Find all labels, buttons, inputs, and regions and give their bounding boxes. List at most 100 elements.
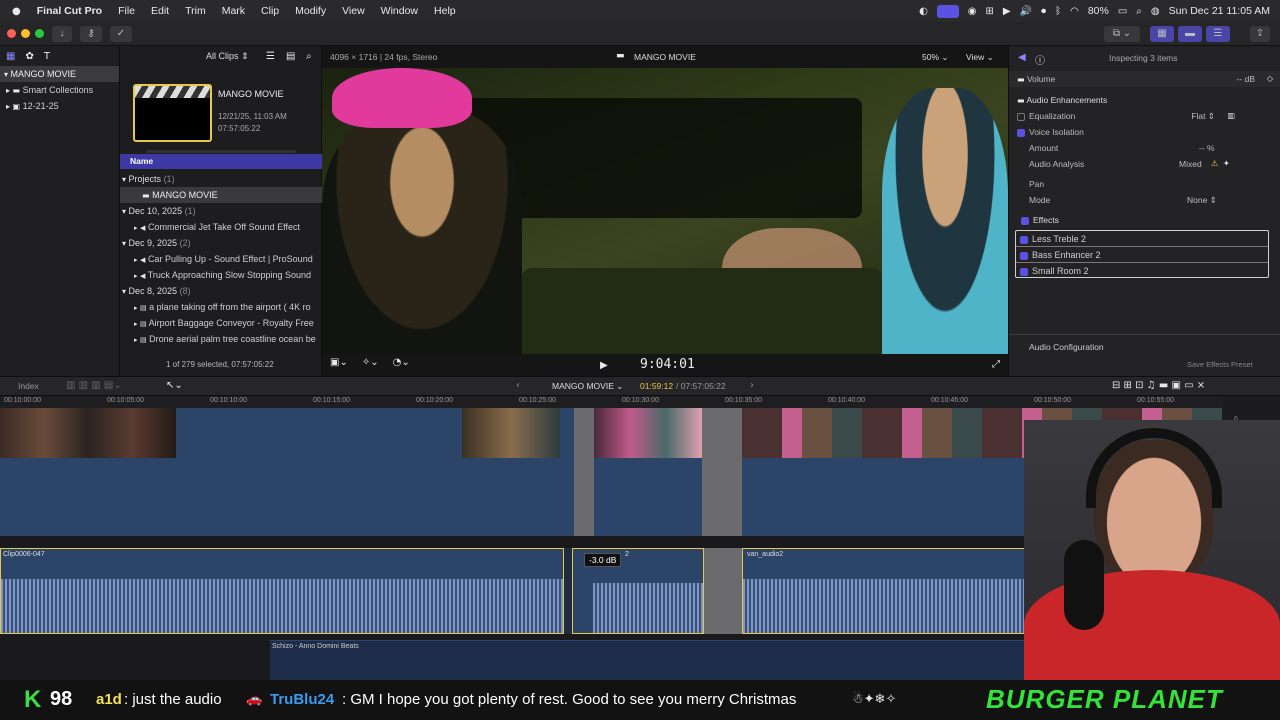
effect-item[interactable]: Small Room 2 xyxy=(1016,263,1268,279)
disclosure-icon[interactable]: ▸ xyxy=(134,336,138,344)
minimize-window-button[interactable] xyxy=(21,29,30,38)
siri-icon[interactable]: ◍ xyxy=(1151,6,1160,17)
play-icon[interactable]: ▶ xyxy=(1003,6,1011,17)
mode-value[interactable]: None ⇕ xyxy=(1187,192,1217,208)
list-view-icon[interactable]: ▤ xyxy=(286,51,295,62)
effect-checkbox[interactable] xyxy=(1020,235,1028,244)
pan-row[interactable]: Pan xyxy=(1009,176,1280,192)
disclosure-open-icon[interactable]: ▾ xyxy=(122,175,126,184)
list-item[interactable]: ▸ ◀ Commercial Jet Take Off Sound Effect xyxy=(120,219,322,235)
view-menu[interactable]: View ⌄ xyxy=(966,52,994,63)
edit-tools-icon[interactable]: ▥ ▥ ▥ ▤⌄ xyxy=(66,380,122,391)
magic-wand-icon[interactable]: ✦ xyxy=(1223,156,1230,172)
menu-clip[interactable]: Clip xyxy=(253,5,287,17)
disclosure-icon[interactable]: ▸ xyxy=(6,102,10,111)
group-dec8[interactable]: ▾ Dec 8, 2025 (8) xyxy=(120,283,322,299)
preview-scrollbar[interactable] xyxy=(146,150,296,153)
menu-edit[interactable]: Edit xyxy=(143,5,177,17)
disclosure-icon[interactable]: ▸ xyxy=(6,86,10,95)
forward-icon[interactable]: › xyxy=(750,380,754,391)
menu-modify[interactable]: Modify xyxy=(287,5,334,17)
list-item[interactable]: ▸ ▤ Airport Baggage Conveyor - Royalty F… xyxy=(120,315,322,331)
warning-icon[interactable]: ⚠ xyxy=(1211,156,1218,172)
timeline-ruler[interactable]: 00:10:00:00 00:10:05:00 00:10:10:00 00:10:1… xyxy=(0,396,1222,408)
keywords-button[interactable]: ⚷ xyxy=(80,26,102,42)
video-frame[interactable] xyxy=(322,68,1008,354)
filmstrip-view-icon[interactable]: ☰ xyxy=(266,51,275,62)
effect-checkbox[interactable] xyxy=(1020,251,1028,260)
record-icon[interactable]: ⏺ xyxy=(1041,6,1046,17)
volume-row[interactable]: ▬ Volume -- dB ◇ xyxy=(1009,71,1280,87)
menu-file[interactable]: File xyxy=(110,5,143,17)
disclosure-open-icon[interactable]: ▾ xyxy=(122,239,126,248)
timeline-project-menu[interactable]: MANGO MOVIE ⌄ xyxy=(552,381,623,392)
video-thumbnail[interactable] xyxy=(594,408,702,458)
list-item[interactable]: ▸ ▤ a plane taking off from the airport … xyxy=(120,299,322,315)
share-button[interactable]: ⇪ xyxy=(1250,26,1270,42)
group-projects[interactable]: ▾ Projects (1) xyxy=(120,171,322,187)
disclosure-icon[interactable]: ▸ xyxy=(134,304,138,312)
bluetooth-icon[interactable]: ᛒ xyxy=(1055,6,1061,17)
apple-icon[interactable]: ● xyxy=(0,6,29,17)
import-button[interactable]: ↓ xyxy=(52,26,72,42)
browser-layout-button[interactable]: ▦ xyxy=(1150,26,1174,42)
back-icon[interactable]: ‹ xyxy=(516,380,520,391)
equalization-row[interactable]: Equalization Flat ⇕ ▥ xyxy=(1009,108,1280,124)
effects-checkbox[interactable] xyxy=(1021,216,1029,225)
info-icon[interactable]: ⓘ xyxy=(1035,52,1045,67)
wifi-icon[interactable]: ◠ xyxy=(1070,6,1079,17)
search-icon[interactable]: ⌕ xyxy=(1136,6,1142,17)
speed-tool-icon[interactable]: ◔⌄ xyxy=(393,357,410,368)
group-dec9[interactable]: ▾ Dec 9, 2025 (2) xyxy=(120,235,322,251)
fullscreen-icon[interactable]: ⤢ xyxy=(992,359,1000,370)
clip-filter-menu[interactable]: All Clips ⇕ xyxy=(206,51,249,62)
battery-icon[interactable]: ▭ xyxy=(1118,6,1127,17)
effects-header[interactable]: Effects xyxy=(1009,212,1280,228)
list-item[interactable]: ▬ MANGO MOVIE xyxy=(120,187,322,203)
smart-collections-item[interactable]: ▸ ▬ Smart Collections xyxy=(0,82,119,98)
effect-checkbox[interactable] xyxy=(1020,267,1028,276)
audio-gap[interactable] xyxy=(704,548,742,634)
menu-help[interactable]: Help xyxy=(426,5,464,17)
amount-value[interactable]: -- % xyxy=(1199,140,1215,156)
index-button[interactable]: Index xyxy=(18,381,39,391)
grid-icon[interactable]: ⊞ xyxy=(986,6,994,17)
menu-trim[interactable]: Trim xyxy=(177,5,214,17)
mode-row[interactable]: Mode None ⇕ xyxy=(1009,192,1280,208)
menu-window[interactable]: Window xyxy=(373,5,426,17)
gap-clip[interactable] xyxy=(702,408,742,536)
control-center-icon[interactable]: ◐ xyxy=(919,6,928,17)
audio-configuration-header[interactable]: Audio Configuration xyxy=(1029,342,1104,352)
effect-item[interactable]: Bass Enhancer 2 xyxy=(1016,247,1268,263)
stream-icon[interactable]: ◉ xyxy=(968,6,977,17)
transform-tool-icon[interactable]: ▣⌄ xyxy=(330,357,348,368)
group-dec10[interactable]: ▾ Dec 10, 2025 (1) xyxy=(120,203,322,219)
list-item[interactable]: ▸ ▤ Drone aerial palm tree coastline oce… xyxy=(120,331,322,347)
audio-enhancements-header[interactable]: ▬ Audio Enhancements xyxy=(1009,92,1280,108)
timeline-tools-icon[interactable]: ⊟ ⊞ ⊡ ♫ ▬ ▣ ▭ ⨯ xyxy=(1112,380,1205,391)
voice-isolation-row[interactable]: Voice Isolation xyxy=(1009,124,1280,140)
zoom-window-button[interactable] xyxy=(35,29,44,38)
menu-mark[interactable]: Mark xyxy=(214,5,253,17)
close-window-button[interactable] xyxy=(7,29,16,38)
list-item[interactable]: ▸ ◀ Truck Approaching Slow Stopping Soun… xyxy=(120,267,322,283)
disclosure-open-icon[interactable]: ▾ xyxy=(122,207,126,216)
list-item[interactable]: ▸ ◀ Car Pulling Up - Sound Effect | ProS… xyxy=(120,251,322,267)
equalization-checkbox[interactable] xyxy=(1017,112,1025,121)
save-effects-preset-button[interactable]: Save Effects Preset xyxy=(1187,360,1253,369)
project-thumbnail[interactable] xyxy=(133,84,212,142)
gap-clip[interactable] xyxy=(574,408,594,536)
menu-app-name[interactable]: Final Cut Pro xyxy=(29,5,110,17)
timeline-layout-button[interactable]: ▬ xyxy=(1178,26,1202,42)
screen-record-icon[interactable] xyxy=(936,4,959,18)
equalization-value[interactable]: Flat ⇕ xyxy=(1191,108,1215,124)
name-column-header[interactable]: Name xyxy=(120,154,322,169)
workspace-button[interactable]: ⧉ ⌄ xyxy=(1104,26,1140,42)
disclosure-icon[interactable]: ▸ xyxy=(134,256,138,264)
eq-graph-icon[interactable]: ▥ xyxy=(1227,108,1235,124)
disclosure-icon[interactable]: ▸ xyxy=(134,224,138,232)
audio-inspector-icon[interactable]: ◀ xyxy=(1018,52,1026,63)
menu-view[interactable]: View xyxy=(334,5,373,17)
voice-isolation-checkbox[interactable] xyxy=(1017,128,1025,137)
play-button[interactable]: ▶ xyxy=(600,360,608,371)
